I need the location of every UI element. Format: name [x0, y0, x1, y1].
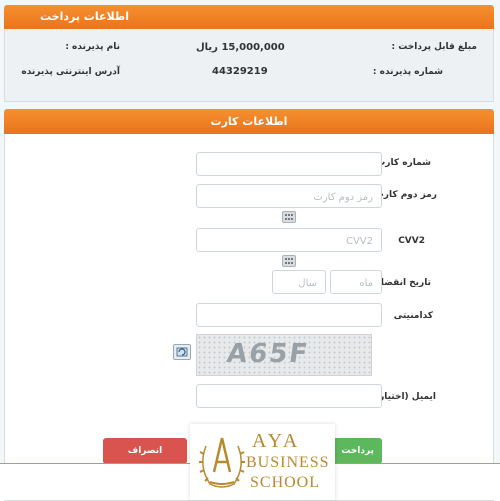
merchant-number-value: 44329219: [212, 66, 268, 77]
virtual-keyboard-icon[interactable]: [282, 255, 296, 267]
second-password-input[interactable]: [197, 186, 381, 209]
merchant-number-label: شماره پذیرنده :: [372, 67, 443, 77]
captcha-refresh-button[interactable]: [173, 344, 191, 360]
merchant-website-label: آدرس اینترنتی پذیرنده: [21, 67, 120, 77]
card-number-input[interactable]: [197, 154, 381, 177]
captcha-field[interactable]: [196, 303, 382, 328]
second-password-field[interactable]: [196, 184, 382, 209]
email-input[interactable]: [197, 386, 381, 409]
watermark-line-3: SCHOOL: [250, 474, 321, 491]
watermark-line-1: AYA: [252, 430, 301, 452]
watermark-logo: AYA BUSINESS SCHOOL: [190, 424, 335, 500]
expiry-label: تاریخ انقضا: [380, 278, 431, 288]
expiry-year-input[interactable]: [273, 272, 325, 295]
captcha-input[interactable]: [197, 305, 381, 328]
cvv2-input[interactable]: [197, 230, 381, 253]
payment-info-title: اطلاعات پرداخت: [40, 10, 129, 23]
card-number-field[interactable]: [196, 152, 382, 177]
amount-label: مبلغ قابل پرداخت :: [391, 42, 477, 52]
amount-value: 15,000,000 ریال: [196, 42, 285, 53]
cvv2-label: CVV2: [398, 236, 425, 246]
merchant-name-label: نام پذیرنده :: [65, 42, 120, 52]
payment-page: اطلاعات پرداخت مبلغ قابل پرداخت : 15,000…: [0, 0, 500, 501]
watermark-line-2: BUSINESS: [246, 454, 330, 471]
captcha-label: کدامنیتی: [393, 311, 433, 321]
captcha-image: A65F: [196, 334, 372, 376]
expiry-month-field[interactable]: [330, 270, 382, 295]
card-info-header: اطلاعات کارت: [4, 109, 494, 134]
card-info-title: اطلاعات کارت: [210, 115, 288, 128]
cancel-button[interactable]: انصراف: [103, 438, 187, 464]
cvv2-field[interactable]: [196, 228, 382, 253]
captcha-text: A65F: [224, 339, 312, 369]
email-field[interactable]: [196, 384, 382, 409]
refresh-icon: [176, 347, 188, 357]
laurel-crest-icon: [199, 437, 245, 488]
expiry-month-input[interactable]: [331, 272, 381, 295]
virtual-keyboard-icon[interactable]: [282, 211, 296, 223]
expiry-year-field[interactable]: [272, 270, 326, 295]
payment-info-header: اطلاعات پرداخت: [4, 5, 494, 29]
card-number-label: شماره کارت: [376, 158, 431, 168]
second-password-label: رمز دوم کارت: [374, 190, 437, 200]
